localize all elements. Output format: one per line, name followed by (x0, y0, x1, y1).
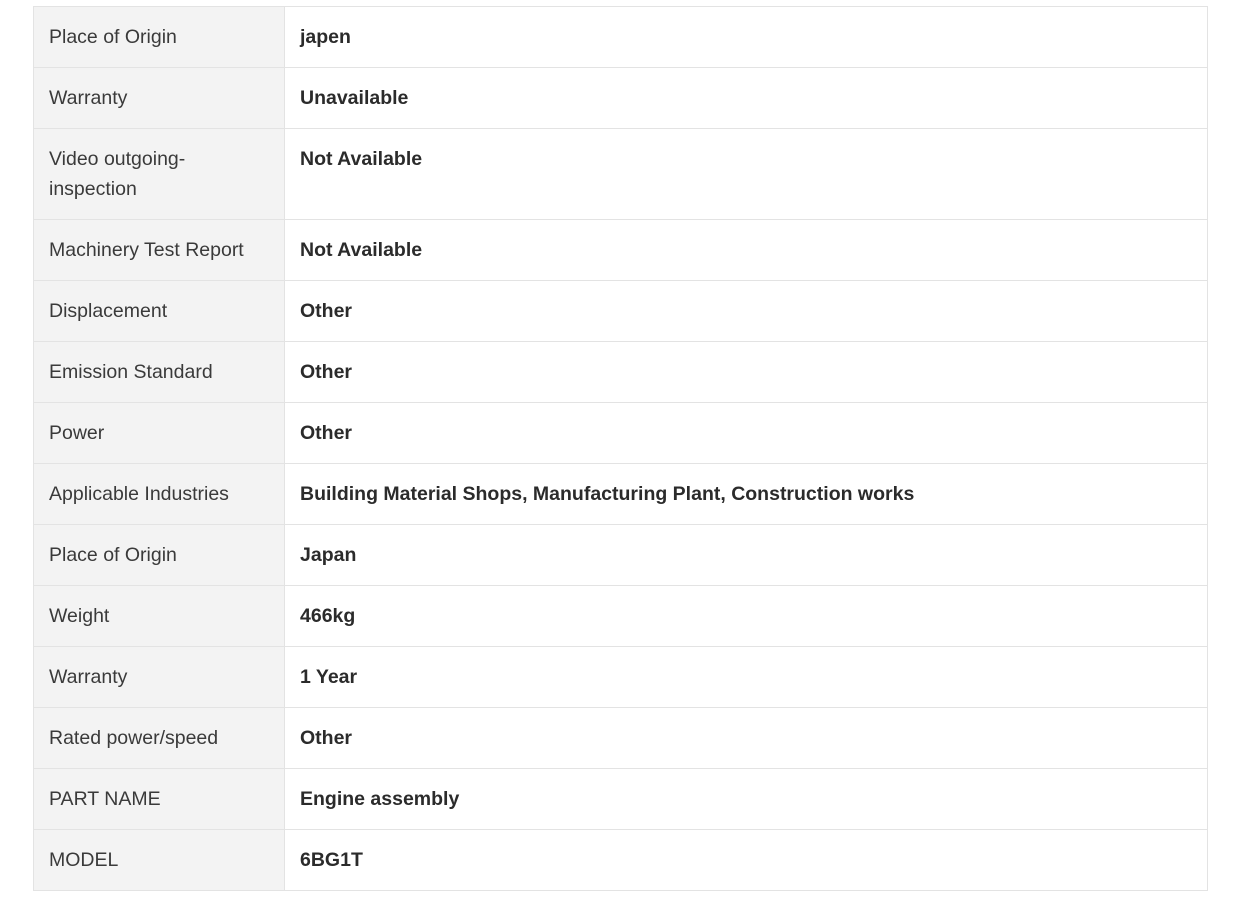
spec-label: Place of Origin (33, 6, 285, 68)
table-row: Displacement Other (33, 280, 1208, 342)
table-row: Place of Origin japen (33, 6, 1208, 68)
spec-value: Other (284, 341, 1208, 403)
spec-label: Weight (33, 585, 285, 647)
table-row: Warranty Unavailable (33, 67, 1208, 129)
spec-value: Unavailable (284, 67, 1208, 129)
spec-label: Power (33, 402, 285, 464)
spec-label: Displacement (33, 280, 285, 342)
spec-label: Emission Standard (33, 341, 285, 403)
spec-label: Rated power/speed (33, 707, 285, 769)
spec-value: 1 Year (284, 646, 1208, 708)
table-row: Place of Origin Japan (33, 524, 1208, 586)
table-row: Rated power/speed Other (33, 707, 1208, 769)
spec-label: Video outgoing-inspection (33, 128, 285, 220)
table-row: Warranty 1 Year (33, 646, 1208, 708)
spec-label: PART NAME (33, 768, 285, 830)
spec-label: Place of Origin (33, 524, 285, 586)
spec-value: 6BG1T (284, 829, 1208, 891)
table-row: Machinery Test Report Not Available (33, 219, 1208, 281)
spec-label: MODEL (33, 829, 285, 891)
spec-value: Not Available (284, 219, 1208, 281)
spec-label: Applicable Industries (33, 463, 285, 525)
table-row: Video outgoing-inspection Not Available (33, 128, 1208, 220)
table-row: PART NAME Engine assembly (33, 768, 1208, 830)
spec-value: Building Material Shops, Manufacturing P… (284, 463, 1208, 525)
spec-value: Other (284, 707, 1208, 769)
table-row: Emission Standard Other (33, 341, 1208, 403)
spec-label: Warranty (33, 67, 285, 129)
spec-label: Warranty (33, 646, 285, 708)
spec-value: Engine assembly (284, 768, 1208, 830)
specifications-table: Place of Origin japen Warranty Unavailab… (33, 6, 1208, 891)
spec-value: Other (284, 280, 1208, 342)
spec-value: Japan (284, 524, 1208, 586)
spec-value: Not Available (284, 128, 1208, 220)
spec-label: Machinery Test Report (33, 219, 285, 281)
table-row: MODEL 6BG1T (33, 829, 1208, 891)
table-row: Applicable Industries Building Material … (33, 463, 1208, 525)
spec-value: japen (284, 6, 1208, 68)
table-row: Weight 466kg (33, 585, 1208, 647)
spec-value: Other (284, 402, 1208, 464)
table-row: Power Other (33, 402, 1208, 464)
spec-value: 466kg (284, 585, 1208, 647)
